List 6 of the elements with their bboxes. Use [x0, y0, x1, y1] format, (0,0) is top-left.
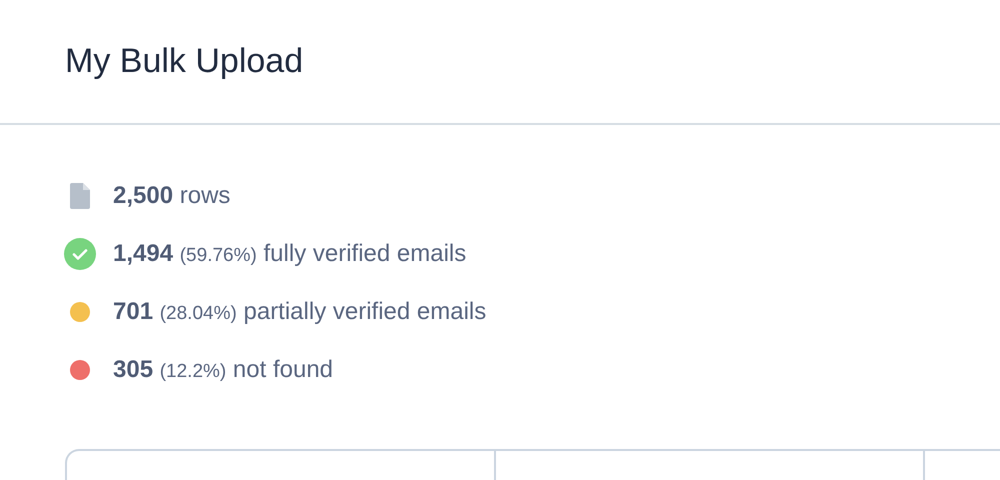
stat-text: 1,494 (59.76%) fully verified emails — [113, 240, 466, 268]
stat-text: 701 (28.04%) partially verified emails — [113, 298, 486, 326]
stat-text: 305 (12.2%) not found — [113, 356, 334, 384]
page-title: My Bulk Upload — [65, 42, 304, 81]
stat-text: 2,500 rows — [113, 182, 230, 210]
file-icon — [70, 183, 90, 209]
